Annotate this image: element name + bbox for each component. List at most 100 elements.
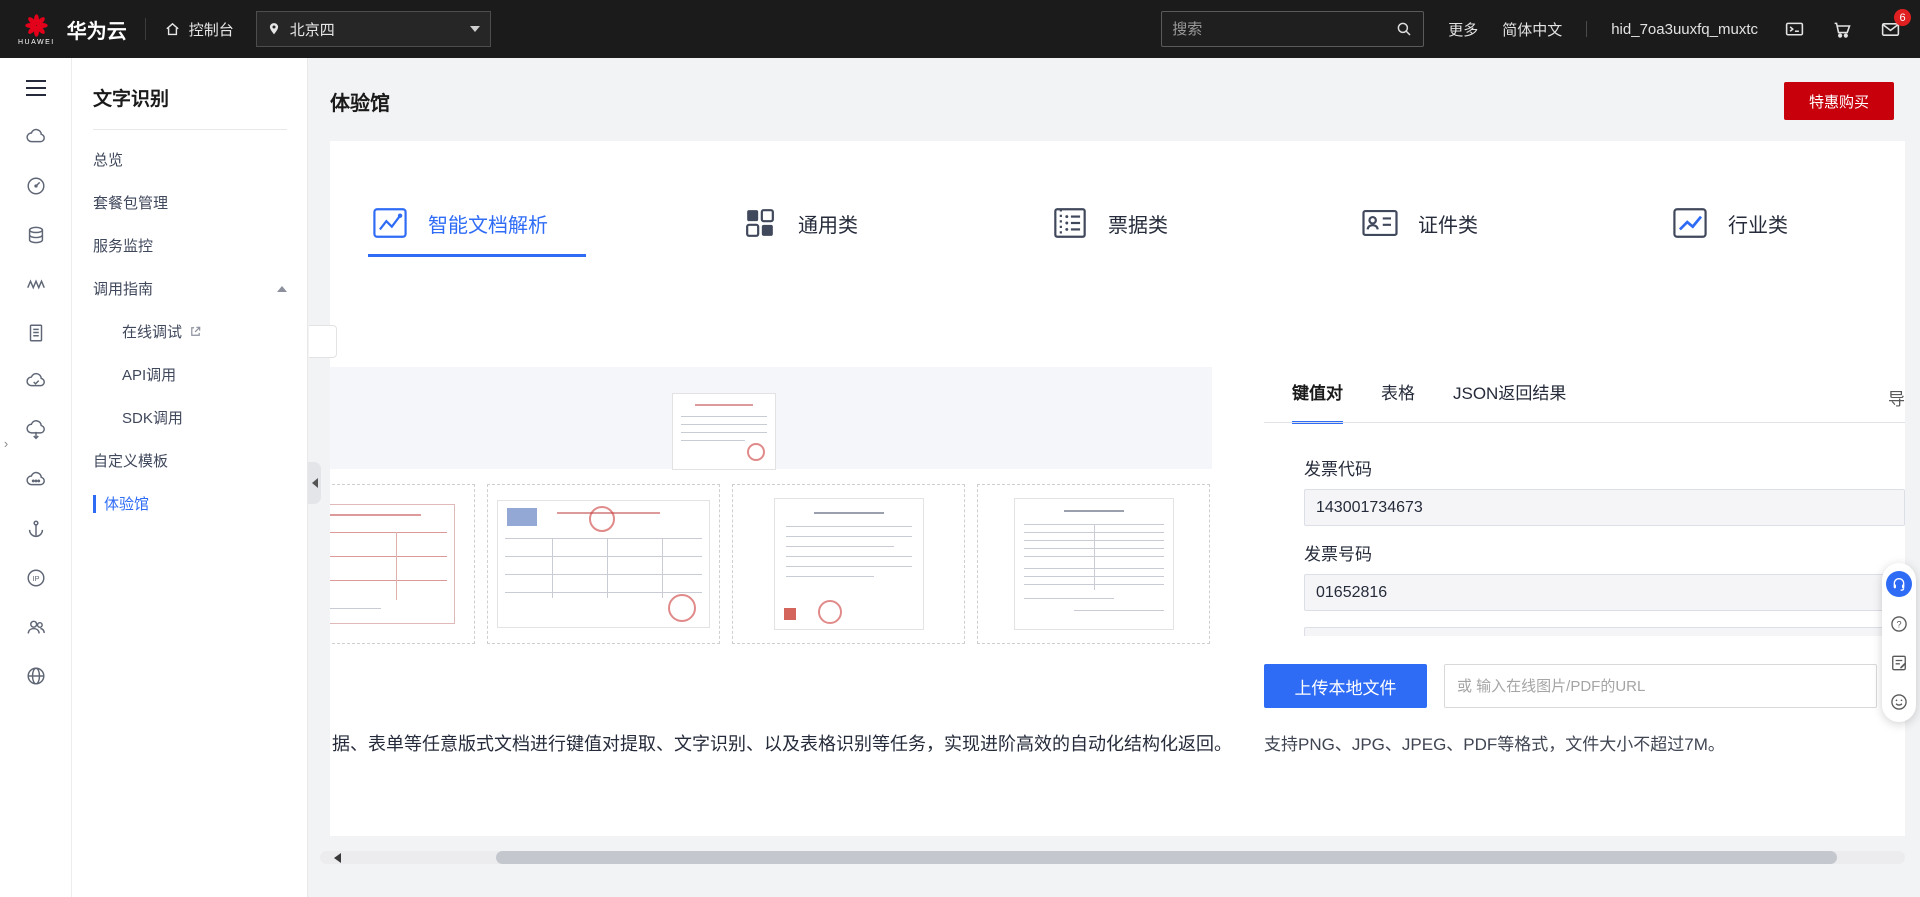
tab-key-value-pairs[interactable]: 键值对 <box>1292 379 1343 424</box>
sample-thumbnail-1[interactable] <box>330 484 475 644</box>
location-pin-icon <box>269 23 278 35</box>
document-mock-image <box>497 500 710 628</box>
feedback-icon[interactable] <box>1887 651 1911 675</box>
floating-help-toolbar: ? <box>1882 563 1916 722</box>
cloud-dots-icon[interactable] <box>25 469 47 491</box>
tab-table[interactable]: 表格 <box>1381 379 1415 424</box>
sidebar-item-monitoring[interactable]: 服务监控 <box>72 224 307 267</box>
smiley-icon[interactable] <box>1887 690 1911 714</box>
selected-sample-thumbnail[interactable] <box>673 394 775 469</box>
upload-local-file-button[interactable]: 上传本地文件 <box>1264 664 1427 708</box>
sidebar-item-label: SDK调用 <box>122 410 183 427</box>
doc-parse-chart-icon <box>373 208 407 238</box>
tab-smart-document-parse[interactable]: 智能文档解析 <box>368 201 548 245</box>
region-selector[interactable]: 北京四 <box>255 11 491 47</box>
message-badge: 6 <box>1894 9 1911 26</box>
sidebar-divider <box>93 129 287 130</box>
account-menu[interactable]: hid_7oa3uuxfq_muxtc <box>1611 21 1758 38</box>
sidebar-item-online-debug[interactable]: 在线调试 <box>72 310 307 353</box>
result-panel: 键值对 表格 JSON返回结果 导 发票代码 发票号码 上传本地文件 <box>1264 257 1905 836</box>
console-window-icon[interactable] <box>1782 17 1806 41</box>
help-icon[interactable]: ? <box>1887 612 1911 636</box>
experience-card: 智能文档解析 通用类 票据类 证件类 行业类 据、表单等任意版式文档进行键值对提… <box>330 141 1905 836</box>
tab-json-result[interactable]: JSON返回结果 <box>1453 379 1566 424</box>
global-search[interactable] <box>1161 11 1425 47</box>
card-body: 据、表单等任意版式文档进行键值对提取、文字识别、以及表格识别等任务，实现进阶高效… <box>330 257 1905 836</box>
huawei-logo[interactable]: HUAWEI <box>18 13 55 46</box>
sidebar-item-label: 总览 <box>93 152 124 169</box>
support-headset-icon[interactable] <box>1886 571 1912 597</box>
promo-purchase-button[interactable]: 特惠购买 <box>1784 82 1894 120</box>
tab-general[interactable]: 通用类 <box>738 201 858 245</box>
network-waves-icon[interactable] <box>25 273 47 295</box>
scroll-left-arrow[interactable] <box>334 853 341 863</box>
sample-thumbnail-4[interactable] <box>977 484 1210 644</box>
tab-label: 智能文档解析 <box>428 214 548 237</box>
grid-squares-icon <box>746 209 774 237</box>
users-icon[interactable] <box>25 616 47 638</box>
sidebar-item-api-call[interactable]: API调用 <box>72 353 307 396</box>
ip-service-icon[interactable]: IP <box>25 567 47 589</box>
industry-chart-icon <box>1673 208 1707 238</box>
document-mock-image <box>1013 498 1174 630</box>
tab-certificates[interactable]: 证件类 <box>1358 201 1478 245</box>
tab-industry[interactable]: 行业类 <box>1668 201 1788 245</box>
cloud-check-icon[interactable] <box>25 371 47 393</box>
sample-thumbnail-row <box>330 484 1210 649</box>
globe-icon[interactable] <box>25 665 47 687</box>
document-mock-image <box>773 498 924 630</box>
active-indicator-bar <box>93 494 96 513</box>
result-tabs: 键值对 表格 JSON返回结果 <box>1292 379 1566 424</box>
service-icon-rail: IP <box>0 58 72 897</box>
cloud-service-icon[interactable] <box>25 126 47 148</box>
sample-thumbnail-2[interactable] <box>487 484 720 644</box>
monitor-gauge-icon[interactable] <box>25 175 47 197</box>
sidebar-item-custom-template[interactable]: 自定义模板 <box>72 439 307 482</box>
format-note: 支持PNG、JPG、JPEG、PDF等格式，文件大小不超过7M。 <box>1264 735 1725 754</box>
tab-receipts[interactable]: 票据类 <box>1048 201 1168 245</box>
export-button-clipped[interactable]: 导 <box>1888 385 1905 410</box>
rail-icon-list: IP <box>25 126 47 687</box>
chevron-up-icon <box>277 285 287 292</box>
anchor-icon[interactable] <box>25 518 47 540</box>
topbar-divider <box>144 18 146 40</box>
scrollbar-thumb[interactable] <box>496 851 1837 864</box>
horizontal-scrollbar[interactable] <box>320 851 1905 864</box>
sidebar-item-packages[interactable]: 套餐包管理 <box>72 181 307 224</box>
page-title: 体验馆 <box>330 92 390 115</box>
brand-name[interactable]: 华为云 <box>67 15 127 44</box>
sidebar-collapse-handle[interactable] <box>308 462 321 504</box>
language-switcher[interactable]: 简体中文 <box>1502 19 1562 40</box>
sample-thumbnail-3[interactable] <box>732 484 965 644</box>
clipped-ui-fragment <box>309 325 337 358</box>
document-service-icon[interactable] <box>25 322 47 344</box>
menu-icon[interactable] <box>24 78 48 98</box>
tab-label: 证件类 <box>1418 214 1478 237</box>
sidebar-item-call-guide[interactable]: 调用指南 <box>72 267 307 310</box>
chevron-left-icon <box>311 478 318 488</box>
sidebar-item-overview[interactable]: 总览 <box>72 138 307 181</box>
rail-expander-chevron[interactable]: › <box>0 430 12 456</box>
svg-text:IP: IP <box>32 574 39 583</box>
storage-stack-icon[interactable] <box>25 224 47 246</box>
field-value-clipped[interactable] <box>1304 627 1905 636</box>
console-link[interactable]: 控制台 <box>164 19 234 40</box>
field-value-invoice-number[interactable] <box>1304 574 1905 611</box>
sidebar-item-experience-hall[interactable]: 体验馆 <box>72 482 307 525</box>
more-menu[interactable]: 更多 <box>1448 19 1478 40</box>
topbar-divider-2 <box>1586 21 1588 37</box>
sidebar-title: 文字识别 <box>93 89 170 110</box>
message-icon[interactable]: 6 <box>1878 9 1911 41</box>
sidebar-item-sdk-call[interactable]: SDK调用 <box>72 396 307 439</box>
external-link-icon <box>191 326 201 336</box>
cloud-download-icon[interactable] <box>25 420 47 442</box>
online-url-input[interactable] <box>1444 664 1877 708</box>
sidebar-item-label: 自定义模板 <box>93 453 169 470</box>
search-input[interactable] <box>1172 20 1396 38</box>
cart-icon[interactable] <box>1830 17 1854 41</box>
chevron-down-icon <box>469 26 480 32</box>
receipt-list-icon <box>1054 208 1086 238</box>
region-label: 北京四 <box>289 21 335 39</box>
field-value-invoice-code[interactable] <box>1304 489 1905 526</box>
search-icon[interactable] <box>1395 20 1413 38</box>
